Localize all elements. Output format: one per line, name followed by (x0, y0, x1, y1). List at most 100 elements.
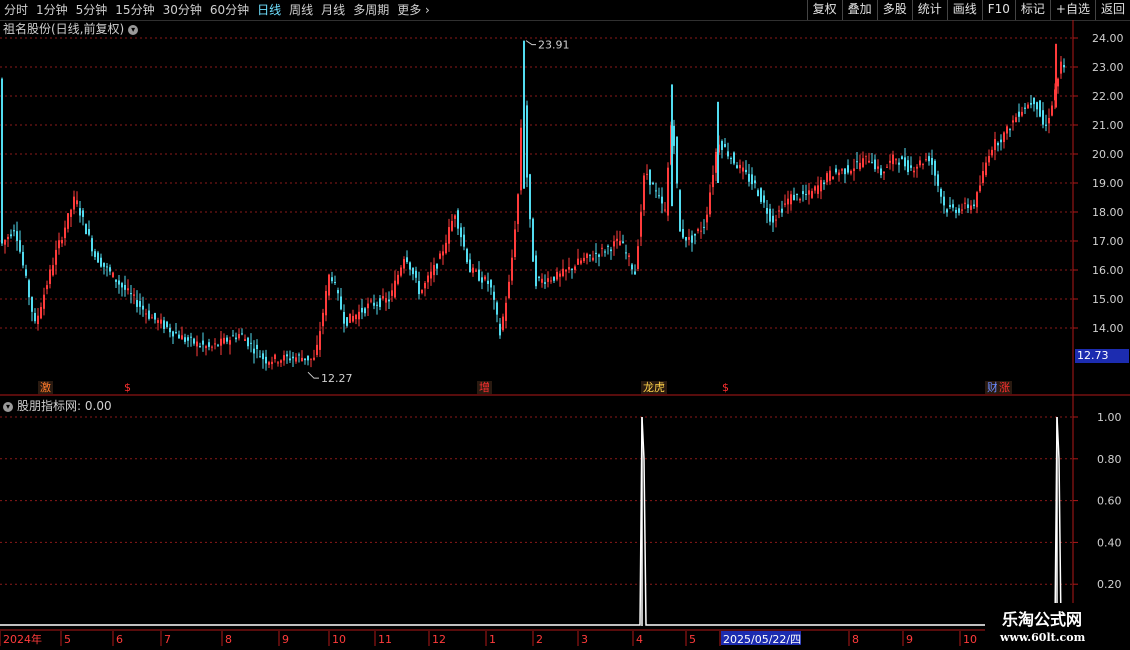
candle-body (544, 282, 546, 284)
candle-body (739, 164, 741, 169)
candle-body (778, 210, 780, 212)
candle-body (772, 215, 774, 223)
event-tag[interactable]: 增 (477, 381, 492, 394)
candle-body (382, 296, 384, 299)
candle-body (592, 257, 594, 261)
high-marker (525, 40, 536, 46)
event-tag[interactable]: $ (122, 381, 133, 394)
indicator-panel-title: ▾ 股朋指标网: 0.00 (3, 398, 112, 414)
candle-body (883, 171, 885, 174)
candle-body (970, 205, 972, 210)
event-tag[interactable]: 龙虎 (641, 381, 667, 394)
candle-body (505, 302, 507, 321)
price-axis-label: 21.00 (1092, 119, 1124, 132)
candle-body (58, 240, 60, 249)
candle-body (490, 280, 492, 288)
price-axis-label: 19.00 (1092, 177, 1124, 190)
candle-body (412, 267, 414, 275)
kline-chart[interactable]: 23.9112.27 24.0023.0022.0021.0020.0019.0… (0, 0, 1130, 650)
candle-body (463, 234, 465, 247)
candle-body (139, 301, 141, 307)
candle-body (250, 342, 252, 344)
candle-body (838, 172, 840, 176)
candle-body (1042, 110, 1044, 125)
candle-body (787, 198, 789, 205)
candle-body (199, 346, 201, 348)
price-axis-label: 22.00 (1092, 90, 1124, 103)
candle-body (919, 160, 921, 166)
candle-body (556, 271, 558, 280)
candle-body (283, 355, 285, 361)
candle-body (208, 342, 210, 347)
candle-body (994, 139, 996, 151)
candle-body (202, 340, 204, 345)
candle-body (418, 281, 420, 295)
candle-body (730, 158, 732, 160)
candle-body (973, 204, 975, 207)
candle-body (253, 348, 255, 354)
candle-body (340, 296, 342, 310)
event-tag[interactable]: 涨 (997, 381, 1012, 394)
candle-body (106, 266, 108, 268)
candle-body (1060, 61, 1062, 74)
candle-body (37, 315, 39, 325)
chevron-down-icon[interactable]: ▾ (3, 401, 13, 412)
price-axis-label: 15.00 (1092, 293, 1124, 306)
candle-body (85, 224, 87, 235)
event-tag[interactable]: 激 (38, 381, 53, 394)
candle-body (820, 180, 822, 192)
candle-body (775, 219, 777, 221)
candle-body (1021, 111, 1023, 116)
candle-body (640, 211, 642, 237)
candle-body (520, 127, 522, 191)
candle-body (700, 230, 702, 232)
date-axis-label: 2 (536, 633, 543, 646)
candle-body (652, 182, 654, 185)
candle-body (559, 273, 561, 277)
candle-body (22, 251, 24, 266)
date-axis-label: 10 (332, 633, 346, 646)
candle-body (376, 304, 378, 306)
candle-body (511, 257, 513, 281)
candle-body (133, 294, 135, 296)
candle-body (961, 209, 963, 211)
event-tag[interactable]: $ (720, 381, 731, 394)
candle-body (1012, 120, 1014, 123)
candle-body (529, 174, 531, 220)
price-axis-label: 23.00 (1092, 61, 1124, 74)
candle-body (757, 190, 759, 197)
candle-body (193, 338, 195, 344)
candle-body (145, 313, 147, 315)
candle-body (52, 265, 54, 276)
low-price-label: 12.27 (321, 372, 353, 385)
candle-body (325, 290, 327, 316)
candle-body (880, 168, 882, 176)
candle-body (679, 190, 681, 232)
candle-body (475, 270, 477, 272)
date-axis-label: 9 (282, 633, 289, 646)
candle-body (763, 195, 765, 203)
candle-body (958, 208, 960, 213)
candle-body (31, 297, 33, 312)
candle-body (205, 346, 207, 349)
candle-body (355, 314, 357, 320)
candle-body (436, 263, 438, 269)
indicator-axis-label: 1.00 (1097, 411, 1122, 424)
date-axis-label: 5 (64, 633, 71, 646)
candle-body (178, 334, 180, 339)
candle-body (502, 316, 504, 331)
candle-body (406, 257, 408, 263)
candle-body (553, 276, 555, 281)
candle-body (964, 202, 966, 204)
candle-body (493, 291, 495, 300)
candle-body (238, 334, 240, 339)
indicator-axis-label: 0.40 (1097, 536, 1122, 549)
candle-body (634, 271, 636, 275)
candle-body (289, 358, 291, 361)
candle-body (331, 277, 333, 282)
candle-body (379, 298, 381, 307)
date-axis-label: 8 (225, 633, 232, 646)
candle-body (688, 237, 690, 240)
candle-body (694, 233, 696, 236)
candle-body (697, 229, 699, 232)
